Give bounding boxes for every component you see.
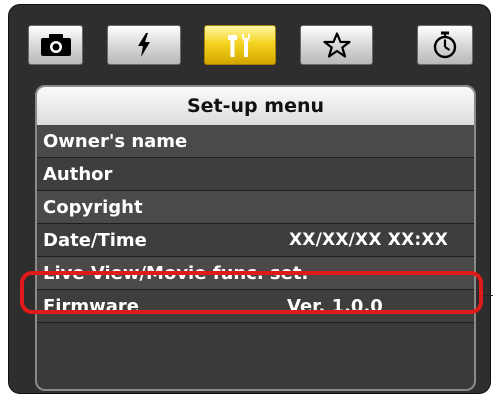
tab-setup[interactable]: [204, 25, 276, 65]
tab-flash[interactable]: [107, 25, 181, 65]
callout-leader-line: [483, 295, 493, 296]
setup-menu-panel: Set-up menu Owner's name Author Copyrigh…: [35, 85, 476, 391]
panel-title: Set-up menu: [37, 87, 474, 125]
tab-shooting[interactable]: [28, 25, 83, 65]
highlight-callout-box: [20, 271, 483, 314]
menu-item-label: Owner's name: [43, 130, 188, 152]
camera-icon: [40, 34, 71, 56]
menu-item-date-time[interactable]: Date/Time XX/XX/XX XX:XX: [37, 224, 474, 257]
date-time-value: XX/XX/XX XX:XX: [289, 230, 449, 250]
timer-icon: [433, 31, 457, 59]
tab-timer[interactable]: [417, 25, 473, 65]
setup-tools-icon: [228, 34, 250, 57]
menu-item-label: Author: [43, 163, 113, 185]
flash-icon: [138, 33, 150, 57]
menu-item-label: Copyright: [43, 196, 143, 218]
menu-item-label: Date/Time: [43, 229, 147, 251]
my-menu-star-icon: [322, 32, 351, 58]
camera-settings-window: Set-up menu Owner's name Author Copyrigh…: [8, 4, 491, 394]
menu-item-owners-name[interactable]: Owner's name: [37, 125, 474, 158]
menu-item-copyright[interactable]: Copyright: [37, 191, 474, 224]
tab-my-menu[interactable]: [300, 25, 373, 65]
menu-item-author[interactable]: Author: [37, 158, 474, 191]
